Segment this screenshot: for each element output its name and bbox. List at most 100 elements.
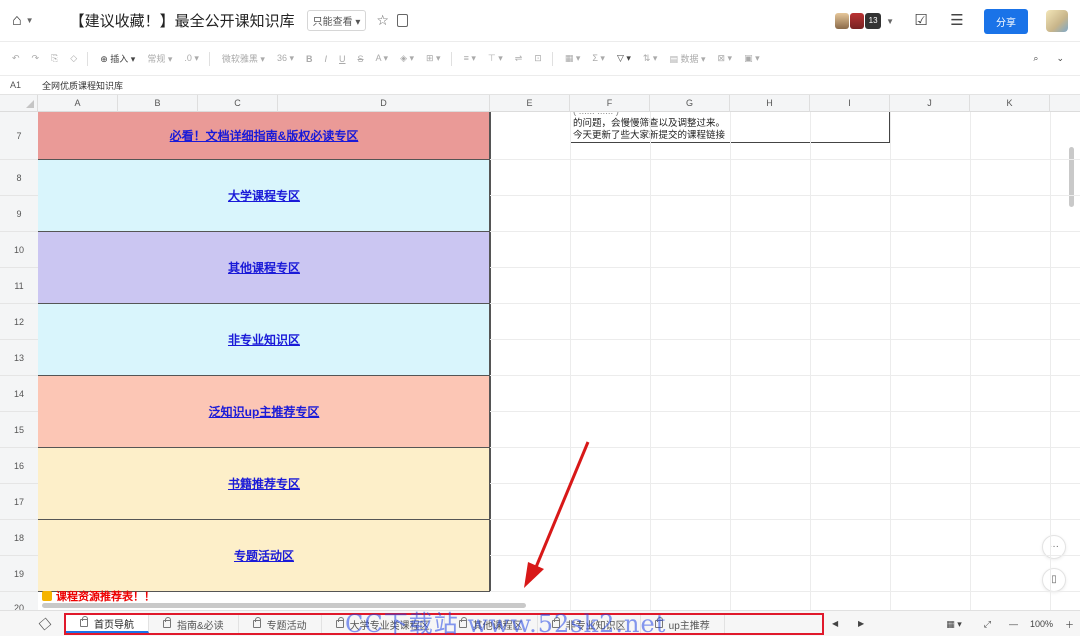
home-button[interactable]: ⌂ ▼ bbox=[12, 12, 34, 30]
sheet-tab[interactable]: 大学专业类课程区 bbox=[322, 615, 445, 633]
section-link-block[interactable]: 泛知识up主推荐专区 bbox=[38, 376, 490, 448]
zoom-level[interactable]: 100% bbox=[1030, 619, 1053, 629]
section-link-block[interactable]: 必看！文档详细指南&版权必读专区 bbox=[38, 112, 490, 160]
section-link[interactable]: 非专业知识区 bbox=[228, 331, 300, 348]
tab-scroll-right-icon[interactable]: ▶ bbox=[858, 619, 864, 628]
horizontal-scrollbar[interactable] bbox=[42, 603, 526, 608]
strikethrough-icon[interactable]: S bbox=[358, 54, 364, 64]
section-link[interactable]: 泛知识up主推荐专区 bbox=[209, 403, 320, 420]
check-doc-icon[interactable]: ☑ bbox=[912, 12, 930, 30]
formula-input[interactable]: 全网优质课程知识库 bbox=[42, 79, 123, 92]
fullscreen-icon[interactable]: ⤢ bbox=[984, 619, 991, 630]
table-style-icon[interactable]: ▦ ▾ bbox=[565, 53, 581, 64]
view-mode-icon[interactable]: ▦ ▾ bbox=[946, 619, 962, 630]
user-avatar[interactable] bbox=[1046, 10, 1068, 32]
select-all-corner[interactable] bbox=[0, 95, 38, 112]
row-header-18[interactable]: 18 bbox=[0, 520, 38, 556]
row-header-7[interactable]: 7 bbox=[0, 112, 38, 160]
section-link[interactable]: 大学课程专区 bbox=[228, 187, 300, 204]
cell-reference[interactable]: A1 bbox=[0, 80, 30, 90]
column-header-b[interactable]: B bbox=[118, 95, 198, 112]
undo-icon[interactable]: ↶ bbox=[12, 53, 20, 64]
row-header-13[interactable]: 13 bbox=[0, 340, 38, 376]
redo-icon[interactable]: ↷ bbox=[32, 53, 40, 64]
tab-scroll-left-icon[interactable]: ◀ bbox=[832, 619, 838, 628]
sheet-tab[interactable]: 指南&必读 bbox=[149, 615, 239, 633]
zoom-in-icon[interactable]: ＋ bbox=[1065, 618, 1074, 631]
section-link[interactable]: 其他课程专区 bbox=[228, 259, 300, 276]
sheet-tab[interactable]: 其他课程区 bbox=[445, 615, 538, 633]
sheet-list-icon[interactable] bbox=[38, 617, 52, 630]
row-header-14[interactable]: 14 bbox=[0, 376, 38, 412]
bold-icon[interactable]: B bbox=[306, 54, 313, 64]
search-icon[interactable]: ⌕ bbox=[1033, 53, 1038, 64]
border-icon[interactable]: ⊞ ▾ bbox=[426, 53, 441, 64]
row-header-17[interactable]: 17 bbox=[0, 484, 38, 520]
row-header-9[interactable]: 9 bbox=[0, 196, 38, 232]
sort-icon[interactable]: ⇅ ▾ bbox=[643, 53, 658, 64]
section-link-block[interactable]: 专题活动区 bbox=[38, 520, 490, 592]
star-icon[interactable]: ☆ bbox=[376, 12, 389, 29]
column-header-c[interactable]: C bbox=[198, 95, 278, 112]
zoom-out-icon[interactable]: — bbox=[1009, 619, 1018, 629]
section-link[interactable]: 书籍推荐专区 bbox=[228, 475, 300, 492]
section-link-block[interactable]: 大学课程专区 bbox=[38, 160, 490, 232]
column-header-k[interactable]: K bbox=[970, 95, 1050, 112]
spreadsheet-grid[interactable]: ABCDEFGHIJK 必看！文档详细指南&版权必读专区 大学课程专区 其他课程专区… bbox=[0, 95, 1080, 610]
italic-icon[interactable]: I bbox=[325, 54, 328, 64]
fill-color-icon[interactable]: ◈ ▾ bbox=[400, 53, 414, 64]
column-header-h[interactable]: H bbox=[730, 95, 810, 112]
document-info-icon[interactable] bbox=[396, 14, 408, 27]
align-icon[interactable]: ≡ ▾ bbox=[464, 53, 476, 64]
merge-icon[interactable]: ⊡ bbox=[534, 53, 542, 64]
row-header-15[interactable]: 15 bbox=[0, 412, 38, 448]
column-header-i[interactable]: I bbox=[810, 95, 890, 112]
column-header-g[interactable]: G bbox=[650, 95, 730, 112]
row-header-19[interactable]: 19 bbox=[0, 556, 38, 592]
row-header-8[interactable]: 8 bbox=[0, 160, 38, 196]
chevron-down-icon[interactable]: ⌄ bbox=[1056, 53, 1064, 64]
underline-icon[interactable]: U bbox=[339, 54, 346, 64]
sheet-tab[interactable]: 专题活动 bbox=[239, 615, 322, 633]
row-header-20[interactable]: 20 bbox=[0, 592, 38, 610]
font-size-dropdown[interactable]: 36 ▾ bbox=[277, 53, 294, 64]
menu-icon[interactable]: ☰ bbox=[948, 12, 966, 30]
column-header-d[interactable]: D bbox=[278, 95, 490, 112]
data-button[interactable]: ▤ 数据 ▾ bbox=[669, 52, 705, 65]
column-header-a[interactable]: A bbox=[38, 95, 118, 112]
section-link-block[interactable]: 非专业知识区 bbox=[38, 304, 490, 376]
section-link[interactable]: 专题活动区 bbox=[234, 547, 294, 564]
row-header-12[interactable]: 12 bbox=[0, 304, 38, 340]
sheet-tab[interactable]: up主推荐 bbox=[641, 615, 725, 633]
insert-button[interactable]: ⊕ 插入 ▾ bbox=[100, 52, 135, 65]
vertical-scrollbar[interactable] bbox=[1069, 147, 1074, 207]
column-header-e[interactable]: E bbox=[490, 95, 570, 112]
section-link-block[interactable]: 其他课程专区 bbox=[38, 232, 490, 304]
freeze-icon[interactable]: ▣ ▾ bbox=[744, 53, 760, 64]
font-family-dropdown[interactable]: 微软雅黑 ▾ bbox=[222, 52, 265, 65]
column-header-f[interactable]: F bbox=[570, 95, 650, 112]
protect-icon[interactable]: ⊠ ▾ bbox=[718, 53, 733, 64]
section-link-block[interactable]: 书籍推荐专区 bbox=[38, 448, 490, 520]
row-header-11[interactable]: 11 bbox=[0, 268, 38, 304]
share-button[interactable]: 分享 bbox=[984, 8, 1028, 34]
wrap-icon[interactable]: ⇌ bbox=[515, 53, 523, 64]
collaborators[interactable]: 13 ▼ bbox=[835, 13, 894, 29]
format-painter-icon[interactable]: ⎘ bbox=[51, 53, 58, 64]
document-title[interactable]: 【建议收藏！】最全公开课知识库 bbox=[70, 10, 295, 31]
number-format-dropdown[interactable]: 常规 ▾ bbox=[147, 52, 172, 65]
sheet-tab[interactable]: 非专业知识区 bbox=[538, 615, 641, 633]
vertical-align-icon[interactable]: ⊤ ▾ bbox=[488, 53, 503, 64]
readonly-mode-dropdown[interactable]: 只能查看 ▾ bbox=[306, 10, 367, 31]
clear-icon[interactable]: ◇ bbox=[70, 53, 77, 64]
column-header-j[interactable]: J bbox=[890, 95, 970, 112]
font-color-icon[interactable]: A ▾ bbox=[376, 53, 389, 64]
decimal-button[interactable]: .0 ▾ bbox=[184, 53, 199, 64]
row-header-10[interactable]: 10 bbox=[0, 232, 38, 268]
row-header-16[interactable]: 16 bbox=[0, 448, 38, 484]
sum-icon[interactable]: Σ ▾ bbox=[592, 53, 605, 64]
filter-icon[interactable]: ▽ ▾ bbox=[617, 53, 631, 64]
section-link[interactable]: 必看！文档详细指南&版权必读专区 bbox=[170, 127, 359, 144]
sheet-tab[interactable]: 首页导航 bbox=[66, 615, 149, 633]
mobile-view-icon[interactable]: ▯ bbox=[1042, 568, 1066, 592]
